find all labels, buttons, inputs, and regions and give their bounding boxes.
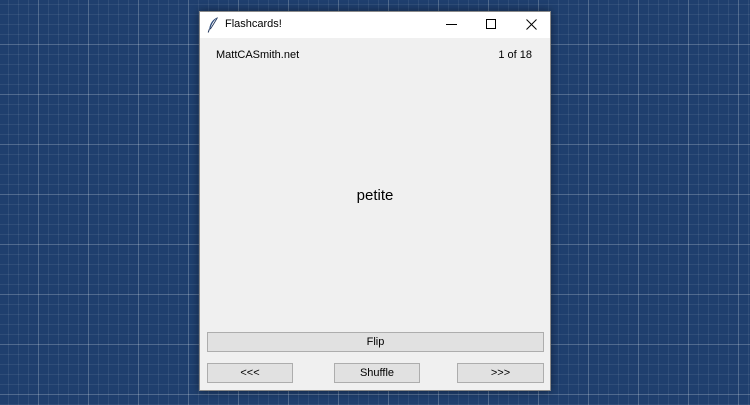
feather-icon [207,17,219,33]
next-button[interactable]: >>> [457,363,544,383]
card-counter: 1 of 18 [498,49,532,61]
card-word: petite [356,187,394,204]
close-icon [526,19,537,30]
close-button[interactable] [512,12,552,38]
minimize-icon [446,24,457,25]
previous-button[interactable]: <<< [207,363,293,383]
minimize-button[interactable] [432,12,472,38]
window-title: Flashcards! [225,18,282,30]
title-bar[interactable]: Flashcards! [200,12,550,38]
maximize-button[interactable] [472,12,512,38]
maximize-icon [486,19,496,29]
flashcards-window: Flashcards! MattCASmith.net 1 of 18 peti… [199,11,551,391]
site-label: MattCASmith.net [216,49,300,61]
shuffle-button[interactable]: Shuffle [334,363,420,383]
flip-button[interactable]: Flip [207,332,544,352]
